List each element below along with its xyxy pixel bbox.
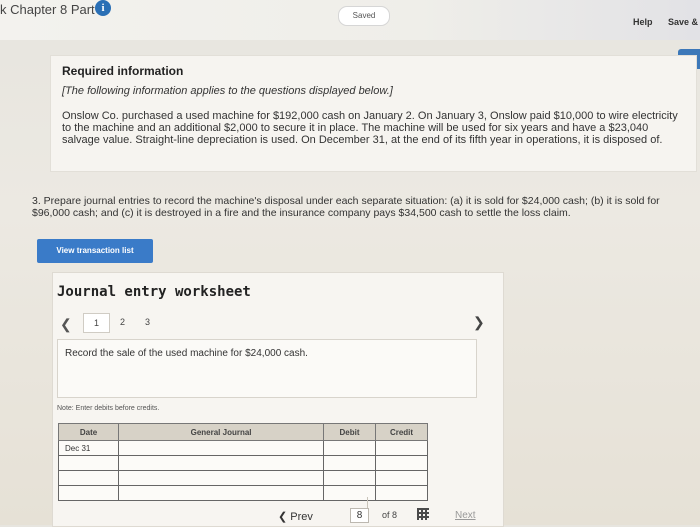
account-cell[interactable] <box>118 470 325 486</box>
required-info-title: Required information <box>62 64 184 78</box>
date-cell[interactable]: Dec 31 <box>57 440 120 456</box>
question-text: 3. Prepare journal entries to record the… <box>32 195 660 219</box>
chevron-right-icon[interactable]: ❯ <box>473 314 485 331</box>
prev-label: Prev <box>290 511 313 523</box>
chapter-title: k Chapter 8 Part II <box>0 2 106 17</box>
view-transaction-list-button[interactable]: View transaction list <box>37 239 153 263</box>
column-header-date: Date <box>57 423 120 441</box>
step-tab-1[interactable]: 1 <box>83 313 110 333</box>
next-button[interactable]: Next <box>455 510 476 521</box>
grid-icon[interactable] <box>417 508 429 520</box>
table-row: Dec 31 <box>57 440 428 456</box>
account-cell[interactable] <box>118 485 325 501</box>
saved-status: Saved <box>338 6 390 26</box>
column-header-credit: Credit <box>375 423 428 441</box>
journal-table: Date General Journal Debit Credit Dec 31 <box>57 423 428 501</box>
credit-cell[interactable] <box>375 470 428 486</box>
credit-cell[interactable] <box>375 440 428 456</box>
table-row <box>57 485 428 501</box>
info-icon[interactable]: i <box>95 0 111 16</box>
instruction-text: Record the sale of the used machine for … <box>65 348 308 359</box>
current-page-field[interactable]: 8 <box>350 508 369 523</box>
step-tab-3[interactable]: 3 <box>135 313 160 331</box>
chevron-left-icon: ❮ <box>278 511 288 523</box>
chevron-left-icon[interactable]: ❮ <box>60 316 72 333</box>
date-cell[interactable] <box>57 455 120 471</box>
column-header-general-journal: General Journal <box>118 423 325 441</box>
step-tab-2[interactable]: 2 <box>110 313 135 331</box>
worksheet-step-tabs: 1 2 3 <box>83 313 160 333</box>
date-cell[interactable] <box>57 485 120 501</box>
required-info-subtitle: [The following information applies to th… <box>62 85 393 97</box>
credit-cell[interactable] <box>375 485 428 501</box>
account-cell[interactable] <box>118 455 325 471</box>
page-total: of 8 <box>382 510 398 520</box>
debit-cell[interactable] <box>323 470 376 486</box>
help-link[interactable]: Help <box>633 17 653 27</box>
credit-cell[interactable] <box>375 455 428 471</box>
debit-cell[interactable] <box>323 440 376 456</box>
required-info-body: Onslow Co. purchased a used machine for … <box>62 110 678 146</box>
table-row <box>57 455 428 471</box>
note-text: Note: Enter debits before credits. <box>57 405 160 412</box>
date-cell[interactable] <box>57 470 120 486</box>
prev-button[interactable]: ❮ Prev <box>278 510 313 523</box>
account-cell[interactable] <box>118 440 325 456</box>
debit-cell[interactable] <box>323 455 376 471</box>
worksheet-title: Journal entry worksheet <box>57 284 251 300</box>
table-row <box>57 470 428 486</box>
save-exit-link[interactable]: Save & <box>668 17 698 27</box>
column-header-debit: Debit <box>323 423 376 441</box>
